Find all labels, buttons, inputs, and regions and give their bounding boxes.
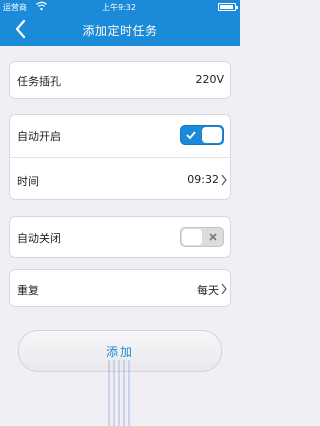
auto-off-row: 自动关闭 [10, 219, 230, 255]
status-bar: 运营商 上午9:32 [0, 0, 240, 14]
auto-on-card: 自动开启 时间 09:32 [9, 114, 231, 200]
socket-card: 任务插孔 220V [9, 61, 231, 99]
socket-row[interactable]: 任务插孔 220V [10, 62, 230, 98]
time-label: 时间 [17, 175, 39, 188]
check-icon [186, 131, 196, 140]
page-title: 添加定时任务 [82, 24, 158, 38]
x-icon [209, 233, 217, 241]
auto-on-label: 自动开启 [17, 130, 61, 143]
repeat-label: 重复 [17, 284, 39, 297]
chevron-right-icon [221, 174, 227, 186]
touch-highlight [108, 360, 132, 426]
auto-on-row: 自动开启 [10, 117, 230, 153]
repeat-card: 重复 每天 [9, 269, 231, 307]
status-time: 上午9:32 [102, 3, 136, 12]
repeat-row[interactable]: 重复 每天 [10, 271, 230, 307]
chevron-right-icon [221, 283, 227, 295]
repeat-value: 每天 [197, 284, 219, 297]
nav-bar: 添加定时任务 [0, 14, 240, 46]
wifi-icon [36, 1, 47, 13]
carrier-label: 运营商 [3, 3, 27, 12]
socket-value: 220V [195, 73, 224, 86]
time-row[interactable]: 时间 09:32 [10, 162, 230, 198]
auto-off-label: 自动关闭 [17, 232, 61, 245]
auto-on-toggle[interactable] [180, 125, 224, 145]
auto-off-card: 自动关闭 [9, 216, 231, 258]
add-button-label: 添加 [105, 345, 134, 359]
auto-off-toggle[interactable] [180, 227, 224, 247]
socket-label: 任务插孔 [17, 75, 61, 88]
time-value: 09:32 [187, 173, 219, 186]
battery-icon [218, 3, 238, 11]
